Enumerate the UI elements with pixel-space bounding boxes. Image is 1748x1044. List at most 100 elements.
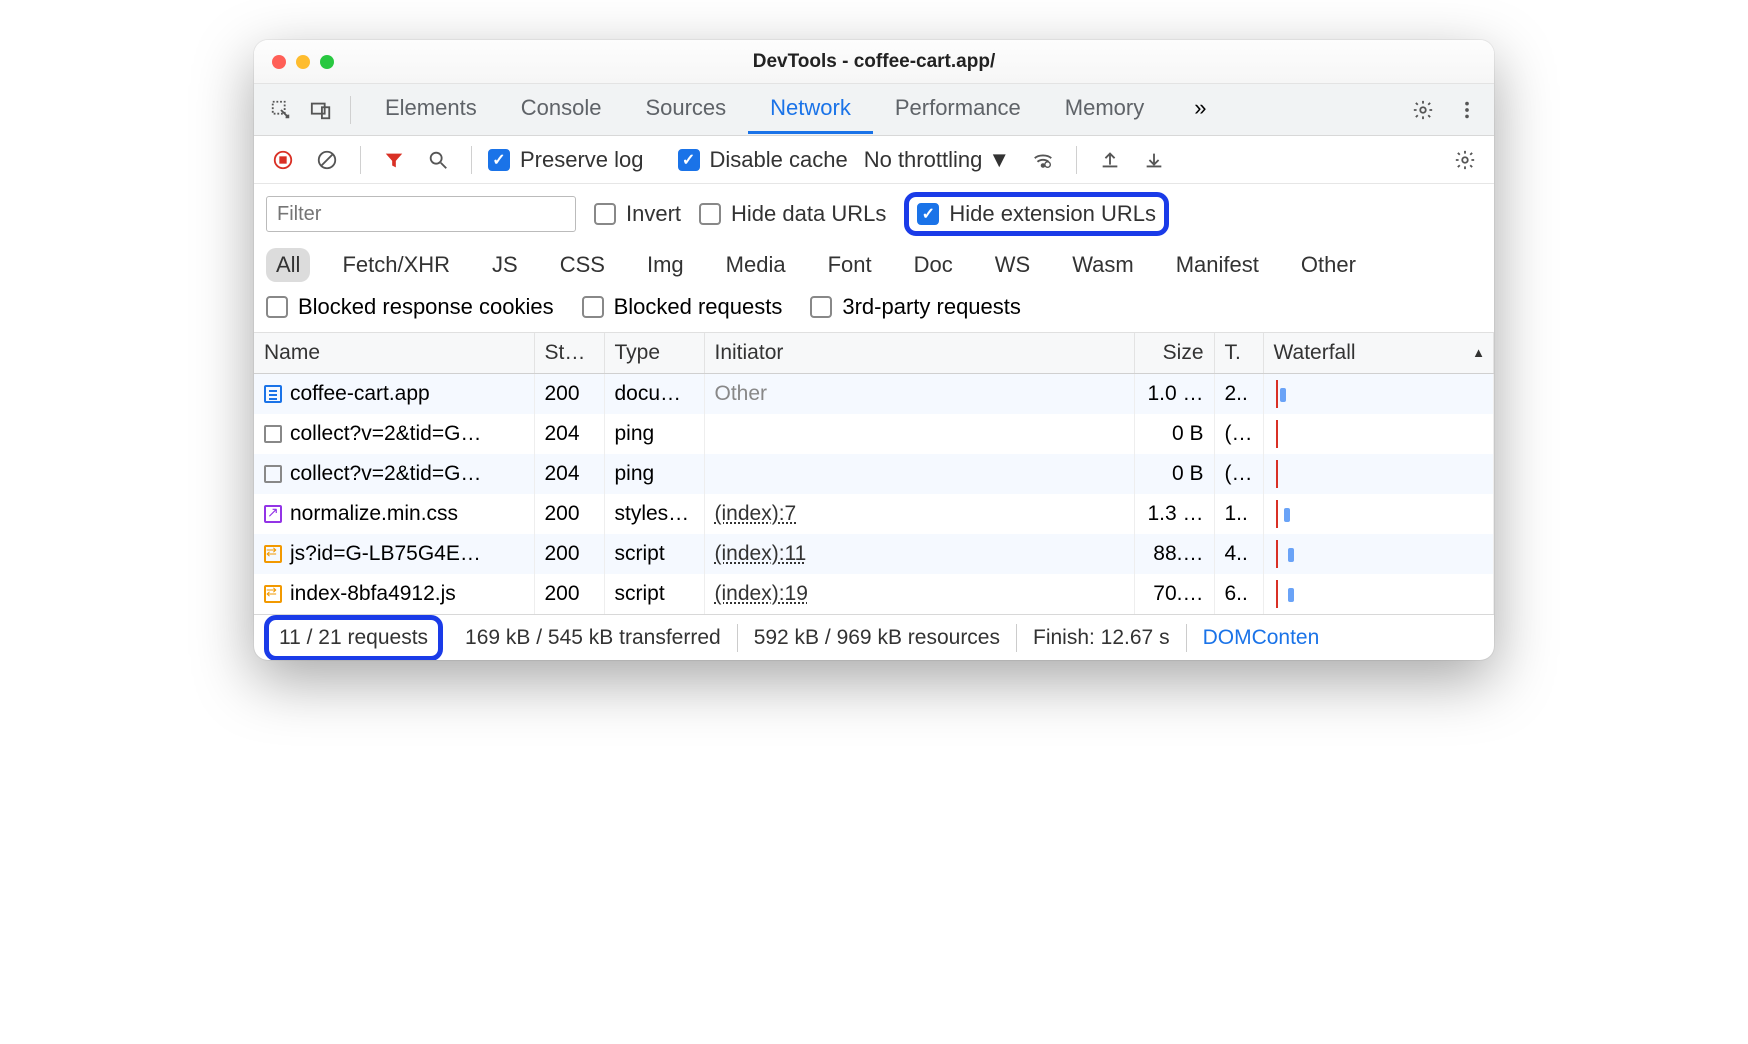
disable-cache-checkbox[interactable]: Disable cache xyxy=(678,147,848,173)
download-har-icon[interactable] xyxy=(1137,143,1171,177)
table-header: Name St… Type Initiator Size T. Waterfal… xyxy=(254,333,1494,374)
table-row[interactable]: js?id=G-LB75G4E… 200 script (index):11 8… xyxy=(254,534,1494,574)
filter-icon[interactable] xyxy=(377,143,411,177)
tab-memory[interactable]: Memory xyxy=(1043,85,1166,134)
finish-time: Finish: 12.67 s xyxy=(1017,624,1187,652)
filter-input[interactable] xyxy=(266,196,576,232)
type-filter-fetchxhr[interactable]: Fetch/XHR xyxy=(332,248,460,282)
checkbox-icon xyxy=(266,296,288,318)
request-size: 70.… xyxy=(1134,574,1214,614)
type-filter-all[interactable]: All xyxy=(266,248,310,282)
table-row[interactable]: collect?v=2&tid=G… 204 ping 0 B (… xyxy=(254,414,1494,454)
col-type[interactable]: Type xyxy=(604,333,704,374)
hide-extension-urls-checkbox[interactable]: Hide extension URLs xyxy=(917,201,1156,227)
inspect-icon[interactable] xyxy=(264,93,298,127)
type-filter-wasm[interactable]: Wasm xyxy=(1062,248,1144,282)
tabs-overflow[interactable]: » xyxy=(1172,85,1228,134)
settings-icon[interactable] xyxy=(1406,93,1440,127)
blocked-cookies-checkbox[interactable]: Blocked response cookies xyxy=(266,294,554,320)
checkbox-icon xyxy=(594,203,616,225)
col-status[interactable]: St… xyxy=(534,333,604,374)
type-filter-media[interactable]: Media xyxy=(716,248,796,282)
checkbox-icon xyxy=(699,203,721,225)
request-name: coffee-cart.app xyxy=(290,382,430,405)
request-size: 0 B xyxy=(1134,454,1214,494)
type-filter-js[interactable]: JS xyxy=(482,248,528,282)
col-initiator[interactable]: Initiator xyxy=(704,333,1134,374)
table-row[interactable]: coffee-cart.app 200 docu… Other 1.0 … 2.… xyxy=(254,374,1494,415)
highlight-hide-extension: Hide extension URLs xyxy=(904,192,1169,236)
col-size[interactable]: Size xyxy=(1134,333,1214,374)
type-filter-css[interactable]: CSS xyxy=(550,248,615,282)
tab-network[interactable]: Network xyxy=(748,85,873,134)
device-toggle-icon[interactable] xyxy=(304,93,338,127)
initiator-link[interactable]: (index):7 xyxy=(715,502,797,525)
tab-sources[interactable]: Sources xyxy=(623,85,748,134)
third-party-checkbox[interactable]: 3rd-party requests xyxy=(810,294,1021,320)
tab-elements[interactable]: Elements xyxy=(363,85,499,134)
more-icon[interactable] xyxy=(1450,93,1484,127)
request-name: index-8bfa4912.js xyxy=(290,582,456,605)
invert-checkbox[interactable]: Invert xyxy=(594,201,681,227)
hide-data-urls-checkbox[interactable]: Hide data URLs xyxy=(699,201,886,227)
type-filter-row: All Fetch/XHR JS CSS Img Media Font Doc WS Wasm Ma… xyxy=(254,244,1494,290)
request-name: normalize.min.css xyxy=(290,502,458,525)
table-row[interactable]: collect?v=2&tid=G… 204 ping 0 B (… xyxy=(254,454,1494,494)
type-filter-img[interactable]: Img xyxy=(637,248,694,282)
request-size: 0 B xyxy=(1134,414,1214,454)
throttling-label: No throttling xyxy=(864,147,983,173)
js-file-icon xyxy=(264,545,282,563)
upload-har-icon[interactable] xyxy=(1093,143,1127,177)
record-button[interactable] xyxy=(266,143,300,177)
checkbox-icon xyxy=(488,149,510,171)
status-code: 204 xyxy=(534,454,604,494)
blocked-requests-label: Blocked requests xyxy=(614,294,783,320)
separator xyxy=(360,146,361,174)
type-filter-ws[interactable]: WS xyxy=(985,248,1040,282)
requests-table: Name St… Type Initiator Size T. Waterfal… xyxy=(254,333,1494,614)
preserve-log-checkbox[interactable]: Preserve log xyxy=(488,147,644,173)
waterfall-cell xyxy=(1274,580,1484,608)
col-waterfall[interactable]: Waterfall▲ xyxy=(1263,333,1494,374)
request-type: ping xyxy=(604,454,704,494)
blocked-requests-checkbox[interactable]: Blocked requests xyxy=(582,294,783,320)
clear-button[interactable] xyxy=(310,143,344,177)
status-bar: 11 / 21 requests 169 kB / 545 kB transfe… xyxy=(254,614,1494,660)
col-time[interactable]: T. xyxy=(1214,333,1263,374)
titlebar: DevTools - coffee-cart.app/ xyxy=(254,40,1494,84)
request-size: 1.0 … xyxy=(1134,374,1214,415)
throttling-dropdown[interactable]: No throttling ▼ xyxy=(858,147,1016,173)
hide-data-label: Hide data URLs xyxy=(731,201,886,227)
table-row[interactable]: normalize.min.css 200 styles… (index):7 … xyxy=(254,494,1494,534)
status-code: 200 xyxy=(534,494,604,534)
initiator-link[interactable]: (index):19 xyxy=(715,582,808,605)
separator xyxy=(1076,146,1077,174)
filter-row: Invert Hide data URLs Hide extension URL… xyxy=(254,184,1494,244)
invert-label: Invert xyxy=(626,201,681,227)
type-filter-font[interactable]: Font xyxy=(818,248,882,282)
type-filter-other[interactable]: Other xyxy=(1291,248,1366,282)
checkbox-icon xyxy=(917,203,939,225)
request-name: collect?v=2&tid=G… xyxy=(290,462,481,485)
waterfall-cell xyxy=(1274,540,1484,568)
request-time: (… xyxy=(1214,414,1263,454)
separator xyxy=(471,146,472,174)
request-time: 2.. xyxy=(1214,374,1263,415)
network-conditions-icon[interactable] xyxy=(1026,143,1060,177)
request-time: (… xyxy=(1214,454,1263,494)
requests-count: 11 / 21 requests xyxy=(279,626,428,649)
initiator-link[interactable]: (index):11 xyxy=(715,542,807,565)
tab-performance[interactable]: Performance xyxy=(873,85,1043,134)
checkbox-icon xyxy=(810,296,832,318)
tab-console[interactable]: Console xyxy=(499,85,624,134)
status-code: 200 xyxy=(534,374,604,415)
type-filter-manifest[interactable]: Manifest xyxy=(1166,248,1269,282)
col-name[interactable]: Name xyxy=(254,333,534,374)
panel-settings-icon[interactable] xyxy=(1448,143,1482,177)
transferred: 169 kB / 545 kB transferred xyxy=(449,624,738,652)
extra-filter-row: Blocked response cookies Blocked request… xyxy=(254,290,1494,333)
search-icon[interactable] xyxy=(421,143,455,177)
table-row[interactable]: index-8bfa4912.js 200 script (index):19 … xyxy=(254,574,1494,614)
third-party-label: 3rd-party requests xyxy=(842,294,1021,320)
type-filter-doc[interactable]: Doc xyxy=(904,248,963,282)
